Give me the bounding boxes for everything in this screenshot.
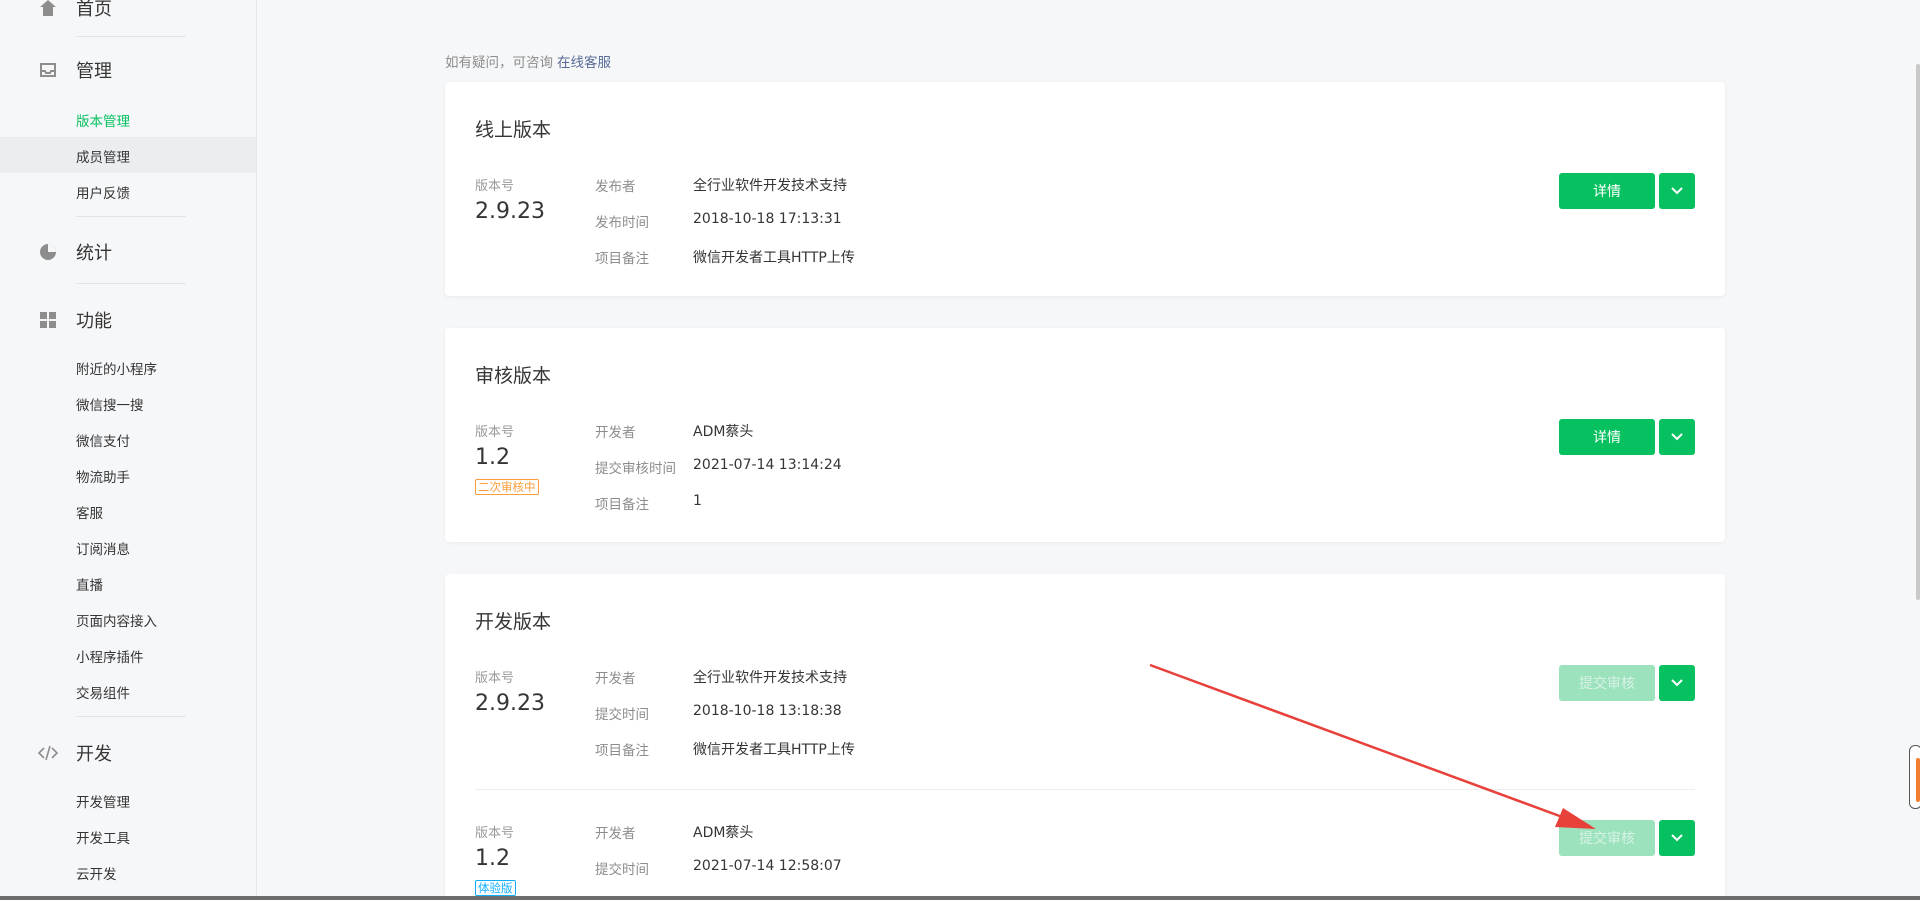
window-bottom-edge [0, 896, 1920, 900]
pie-chart-icon [38, 242, 58, 262]
card-title: 线上版本 [475, 119, 552, 141]
divider [76, 283, 186, 284]
field-label: 开发者 [595, 671, 636, 687]
nav-manage-label: 管理 [76, 61, 112, 82]
review-version-card: 审核版本 版本号 1.2 二次审核中 开发者 ADM蔡头 提交审核时间 2021… [445, 328, 1725, 542]
field-label: 提交时间 [595, 707, 649, 723]
card-title: 开发版本 [475, 611, 552, 633]
trial-badge: 体验版 [475, 880, 516, 896]
scrollbar-track[interactable] [1916, 64, 1920, 600]
sidebar-item-member-manage[interactable]: 成员管理 [76, 146, 130, 166]
field-value: 全行业软件开发技术支持 [693, 670, 847, 686]
version-number: 2.9.23 [475, 199, 545, 224]
divider [76, 216, 186, 217]
sidebar-item-customer-service[interactable]: 客服 [76, 502, 103, 522]
sidebar-item-version-manage[interactable]: 版本管理 [76, 110, 130, 130]
version-label: 版本号 [475, 671, 515, 686]
more-dropdown-button[interactable] [1659, 665, 1695, 701]
field-value: ADM蔡头 [693, 825, 754, 841]
nav-stats[interactable]: 统计 [38, 239, 112, 265]
nav-home-label: 首页 [76, 0, 112, 20]
submit-review-button[interactable]: 提交审核 [1559, 820, 1655, 856]
nav-features-label: 功能 [76, 311, 112, 332]
field-value: 微信开发者工具HTTP上传 [693, 250, 855, 266]
more-dropdown-button[interactable] [1659, 173, 1695, 209]
online-service-link[interactable]: 在线客服 [557, 55, 611, 71]
field-value: 2018-10-18 13:18:38 [693, 703, 842, 719]
sidebar-item-plugins[interactable]: 小程序插件 [76, 646, 144, 666]
sidebar-item-trade-component[interactable]: 交易组件 [76, 682, 130, 702]
sidebar-item-logistics[interactable]: 物流助手 [76, 466, 130, 486]
field-label: 提交时间 [595, 862, 649, 878]
card-title: 审核版本 [475, 365, 552, 387]
sidebar-item-user-feedback[interactable]: 用户反馈 [76, 182, 130, 202]
divider [76, 716, 186, 717]
inbox-icon [38, 60, 58, 80]
nav-stats-label: 统计 [76, 243, 112, 264]
sidebar-item-wechat-search[interactable]: 微信搜一搜 [76, 394, 144, 414]
sidebar-item-page-content[interactable]: 页面内容接入 [76, 610, 157, 630]
field-value: 2021-07-14 13:14:24 [693, 457, 842, 473]
field-label: 项目备注 [595, 251, 649, 267]
version-label: 版本号 [475, 179, 515, 194]
field-label: 开发者 [595, 826, 636, 842]
field-label: 开发者 [595, 425, 636, 441]
online-version-card: 线上版本 版本号 2.9.23 发布者 全行业软件开发技术支持 发布时间 201… [445, 82, 1725, 296]
sidebar-item-dev-manage[interactable]: 开发管理 [76, 791, 130, 811]
field-value: 1 [693, 493, 702, 509]
submit-review-button[interactable]: 提交审核 [1559, 665, 1655, 701]
details-button[interactable]: 详情 [1559, 173, 1655, 209]
version-number: 2.9.23 [475, 691, 545, 716]
field-value: 2018-10-18 17:13:31 [693, 211, 842, 227]
chevron-down-icon [1671, 433, 1683, 441]
details-button[interactable]: 详情 [1559, 419, 1655, 455]
field-label: 发布者 [595, 179, 636, 195]
sidebar-item-nearby-miniprogram[interactable]: 附近的小程序 [76, 358, 157, 378]
chevron-down-icon [1671, 679, 1683, 687]
sidebar-item-live[interactable]: 直播 [76, 574, 103, 594]
dev-version-card: 开发版本 版本号 2.9.23 开发者 全行业软件开发技术支持 提交时间 201… [445, 574, 1725, 900]
nav-home[interactable]: 首页 [38, 0, 112, 21]
nav-manage[interactable]: 管理 [38, 57, 112, 83]
version-number: 1.2 [475, 846, 510, 871]
more-dropdown-button[interactable] [1659, 820, 1695, 856]
nav-dev-label: 开发 [76, 744, 112, 765]
more-dropdown-button[interactable] [1659, 419, 1695, 455]
chevron-down-icon [1671, 834, 1683, 842]
sidebar-item-subscribe-message[interactable]: 订阅消息 [76, 538, 130, 558]
grid-icon [38, 310, 58, 330]
version-label: 版本号 [475, 826, 515, 841]
field-label: 提交审核时间 [595, 461, 676, 477]
sidebar: 首页 管理 版本管理 成员管理 用户反馈 统计 功能 附近的小程序 微信搜一搜 … [0, 0, 257, 900]
field-value: ADM蔡头 [693, 424, 754, 440]
help-text: 如有疑问，可咨询 在线客服 [445, 51, 611, 71]
divider [475, 789, 1695, 790]
home-icon [38, 0, 58, 18]
field-label: 发布时间 [595, 215, 649, 231]
nav-features[interactable]: 功能 [38, 307, 112, 333]
version-label: 版本号 [475, 425, 515, 440]
field-value: 2021-07-14 12:58:07 [693, 858, 842, 874]
status-badge: 二次审核中 [475, 479, 539, 495]
field-label: 项目备注 [595, 497, 649, 513]
field-value: 全行业软件开发技术支持 [693, 178, 847, 194]
nav-dev[interactable]: 开发 [38, 740, 112, 766]
sidebar-item-dev-tools[interactable]: 开发工具 [76, 827, 130, 847]
help-label: 如有疑问，可咨询 [445, 55, 553, 71]
field-label: 项目备注 [595, 743, 649, 759]
code-icon [38, 743, 58, 763]
field-value: 微信开发者工具HTTP上传 [693, 742, 855, 758]
sidebar-item-wechat-pay[interactable]: 微信支付 [76, 430, 130, 450]
chevron-down-icon [1671, 187, 1683, 195]
divider [76, 36, 186, 37]
version-number: 1.2 [475, 445, 510, 470]
sidebar-item-cloud-dev[interactable]: 云开发 [76, 863, 117, 883]
scrollbar-thumb[interactable] [1909, 745, 1920, 809]
